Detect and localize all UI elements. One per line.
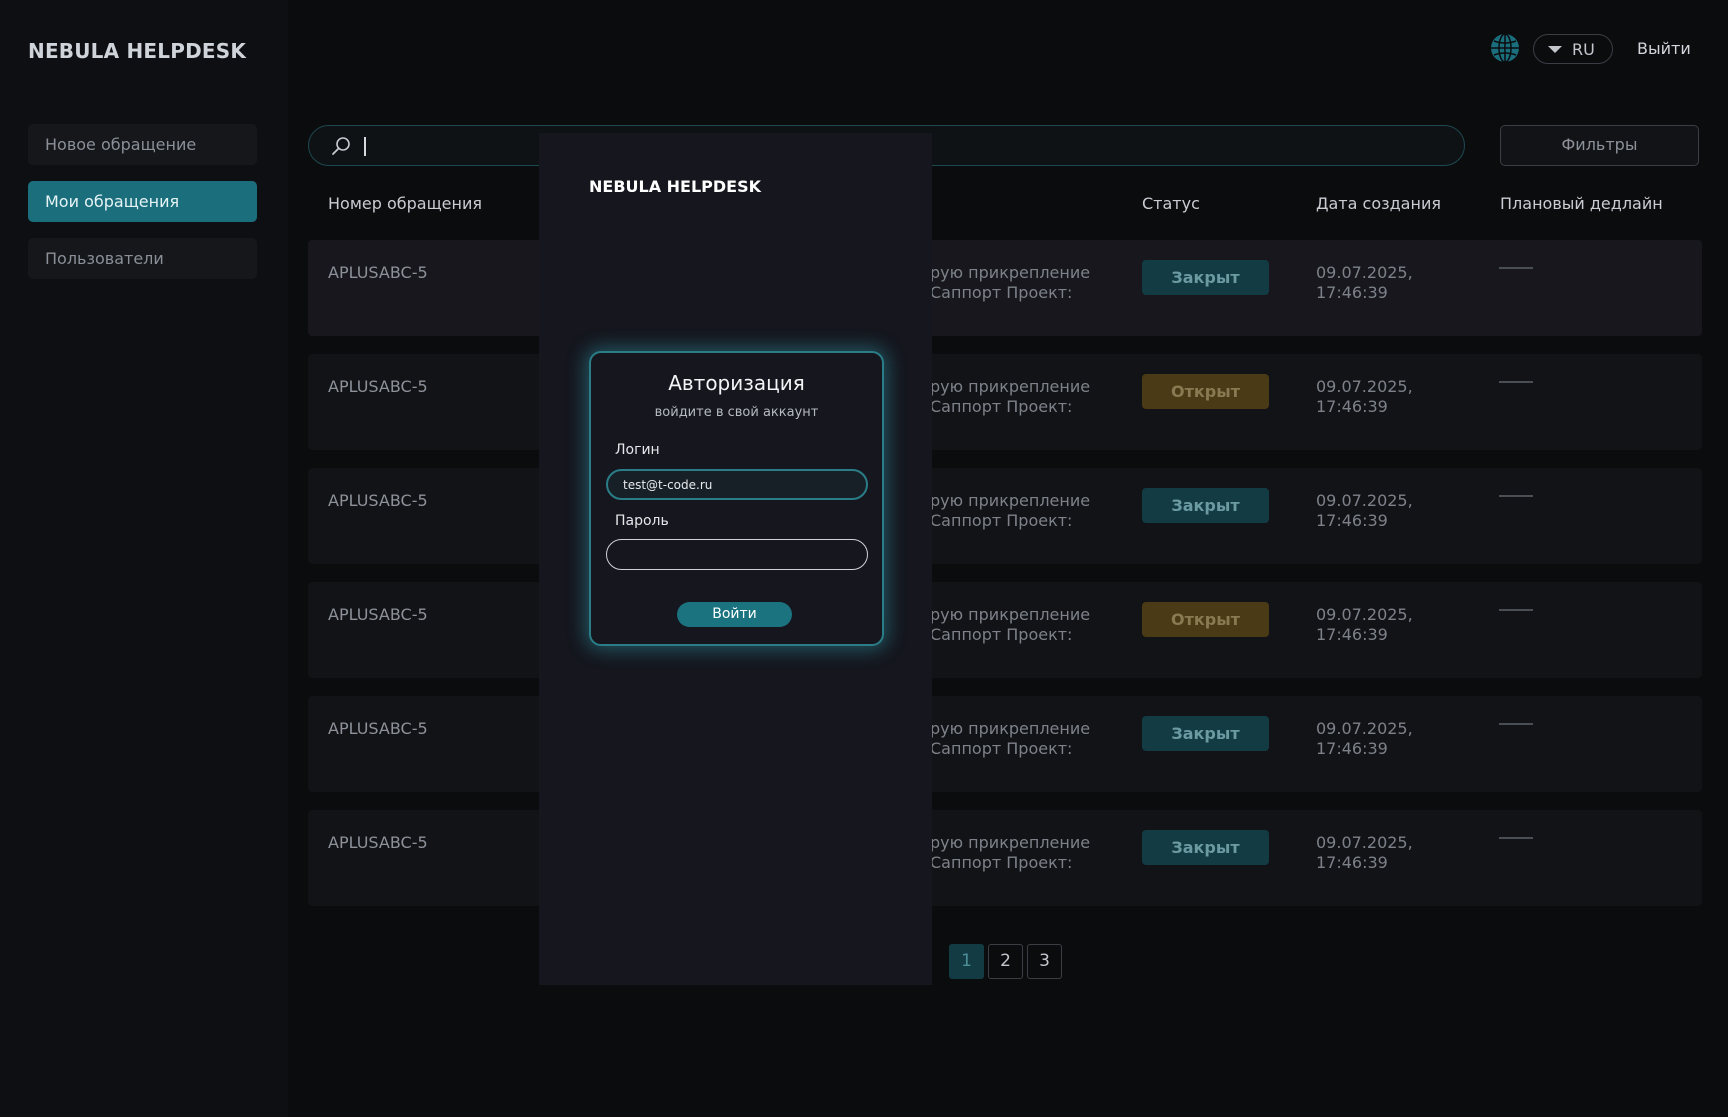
ticket-description: рую прикрепление Саппорт Проект: — [930, 605, 1110, 645]
ticket-number: APLUSABC-5 — [328, 377, 428, 396]
status-badge: Закрыт — [1142, 488, 1269, 523]
dropdown-arrow-icon — [1548, 45, 1562, 53]
page-button-2[interactable]: 2 — [988, 944, 1023, 979]
text-cursor — [364, 137, 366, 156]
modal-title: Авторизация — [668, 371, 805, 395]
deadline-empty — [1499, 837, 1533, 839]
status-badge: Открыт — [1142, 374, 1269, 409]
table-row[interactable]: APLUSABC-5 рую прикрепление Саппорт Прое… — [308, 696, 1702, 792]
table-row[interactable]: APLUSABC-5 рую прикрепление Саппорт Прое… — [308, 354, 1702, 450]
deadline-empty — [1499, 495, 1533, 497]
column-header-status[interactable]: Статус — [1142, 194, 1200, 213]
globe-icon[interactable] — [1490, 33, 1520, 63]
modal-subtitle: войдите в свой аккаунт — [654, 405, 819, 420]
ticket-description-line: Саппорт Проект: — [930, 511, 1073, 530]
table-row[interactable]: APLUSABC-5 рую прикрепление Саппорт Прое… — [308, 240, 1702, 336]
sidebar-item-new-ticket[interactable]: Новое обращение — [28, 124, 257, 165]
deadline-empty — [1499, 609, 1533, 611]
column-header-created[interactable]: Дата создания — [1316, 194, 1441, 213]
sidebar-item-my-tickets[interactable]: Мои обращения — [28, 181, 257, 222]
login-input[interactable] — [606, 469, 868, 500]
created-date-day: 09.07.2025, — [1316, 491, 1413, 510]
search-icon — [332, 137, 350, 155]
created-date-time: 17:46:39 — [1316, 625, 1388, 644]
deadline-empty — [1499, 267, 1533, 269]
created-date: 09.07.2025, 17:46:39 — [1316, 719, 1436, 759]
sidebar: NEBULA HELPDESK Новое обращение Мои обра… — [0, 0, 288, 1117]
auth-panel-logo: NEBULA HELPDESK — [589, 177, 762, 196]
ticket-description: рую прикрепление Саппорт Проект: — [930, 491, 1110, 531]
ticket-number: APLUSABC-5 — [328, 719, 428, 738]
created-date-day: 09.07.2025, — [1316, 263, 1413, 282]
table-row[interactable]: APLUSABC-5 рую прикрепление Саппорт Прое… — [308, 810, 1702, 906]
ticket-description-line: Саппорт Проект: — [930, 853, 1073, 872]
status-badge: Открыт — [1142, 602, 1269, 637]
ticket-description-line: рую прикрепление — [930, 263, 1091, 282]
table-row[interactable]: APLUSABC-5 рую прикрепление Саппорт Прое… — [308, 582, 1702, 678]
page-button-3[interactable]: 3 — [1027, 944, 1062, 979]
sidebar-nav: Новое обращение Мои обращения Пользовате… — [28, 124, 257, 295]
ticket-description-line: Саппорт Проект: — [930, 739, 1073, 758]
created-date-time: 17:46:39 — [1316, 397, 1388, 416]
ticket-description-line: Саппорт Проект: — [930, 625, 1073, 644]
pagination: 1 2 3 — [949, 944, 1062, 979]
ticket-description: рую прикрепление Саппорт Проект: — [930, 377, 1110, 417]
ticket-description-line: рую прикрепление — [930, 377, 1091, 396]
created-date-day: 09.07.2025, — [1316, 833, 1413, 852]
created-date-time: 17:46:39 — [1316, 739, 1388, 758]
ticket-description: рую прикрепление Саппорт Проект: — [930, 719, 1110, 759]
language-value: RU — [1572, 39, 1595, 59]
created-date-time: 17:46:39 — [1316, 853, 1388, 872]
ticket-description-line: рую прикрепление — [930, 605, 1091, 624]
ticket-number: APLUSABC-5 — [328, 833, 428, 852]
password-label: Пароль — [615, 513, 669, 529]
ticket-description-line: Саппорт Проект: — [930, 397, 1073, 416]
ticket-number: APLUSABC-5 — [328, 605, 428, 624]
ticket-description: рую прикрепление Саппорт Проект: — [930, 833, 1110, 873]
ticket-description-line: рую прикрепление — [930, 719, 1091, 738]
sidebar-item-users[interactable]: Пользователи — [28, 238, 257, 279]
created-date: 09.07.2025, 17:46:39 — [1316, 833, 1436, 873]
password-input[interactable] — [606, 539, 868, 570]
app-root: NEBULA HELPDESK Новое обращение Мои обра… — [0, 0, 1728, 1117]
login-button[interactable]: Войти — [677, 602, 792, 627]
ticket-number: APLUSABC-5 — [328, 263, 428, 282]
created-date-time: 17:46:39 — [1316, 283, 1388, 302]
filters-button[interactable]: Фильтры — [1500, 125, 1699, 166]
created-date: 09.07.2025, 17:46:39 — [1316, 263, 1436, 303]
ticket-description-line: рую прикрепление — [930, 833, 1091, 852]
status-badge: Закрыт — [1142, 260, 1269, 295]
column-header-deadline[interactable]: Плановый дедлайн — [1500, 194, 1663, 213]
ticket-description-line: Саппорт Проект: — [930, 283, 1073, 302]
status-badge: Закрыт — [1142, 830, 1269, 865]
created-date: 09.07.2025, 17:46:39 — [1316, 377, 1436, 417]
created-date-day: 09.07.2025, — [1316, 605, 1413, 624]
table-row[interactable]: APLUSABC-5 рую прикрепление Саппорт Прое… — [308, 468, 1702, 564]
status-badge: Закрыт — [1142, 716, 1269, 751]
app-logo: NEBULA HELPDESK — [28, 39, 247, 63]
created-date: 09.07.2025, 17:46:39 — [1316, 605, 1436, 645]
created-date-day: 09.07.2025, — [1316, 719, 1413, 738]
language-select[interactable]: RU — [1533, 34, 1613, 64]
created-date-day: 09.07.2025, — [1316, 377, 1413, 396]
deadline-empty — [1499, 381, 1533, 383]
ticket-description-line: рую прикрепление — [930, 491, 1091, 510]
logout-link[interactable]: Выйти — [1637, 39, 1691, 58]
ticket-description: рую прикрепление Саппорт Проект: — [930, 263, 1110, 303]
login-modal: Авторизация войдите в свой аккаунт Логин… — [589, 351, 884, 646]
column-header-number[interactable]: Номер обращения — [328, 194, 482, 213]
created-date-time: 17:46:39 — [1316, 511, 1388, 530]
ticket-number: APLUSABC-5 — [328, 491, 428, 510]
created-date: 09.07.2025, 17:46:39 — [1316, 491, 1436, 531]
deadline-empty — [1499, 723, 1533, 725]
login-label: Логин — [615, 442, 660, 458]
page-button-1[interactable]: 1 — [949, 944, 984, 979]
